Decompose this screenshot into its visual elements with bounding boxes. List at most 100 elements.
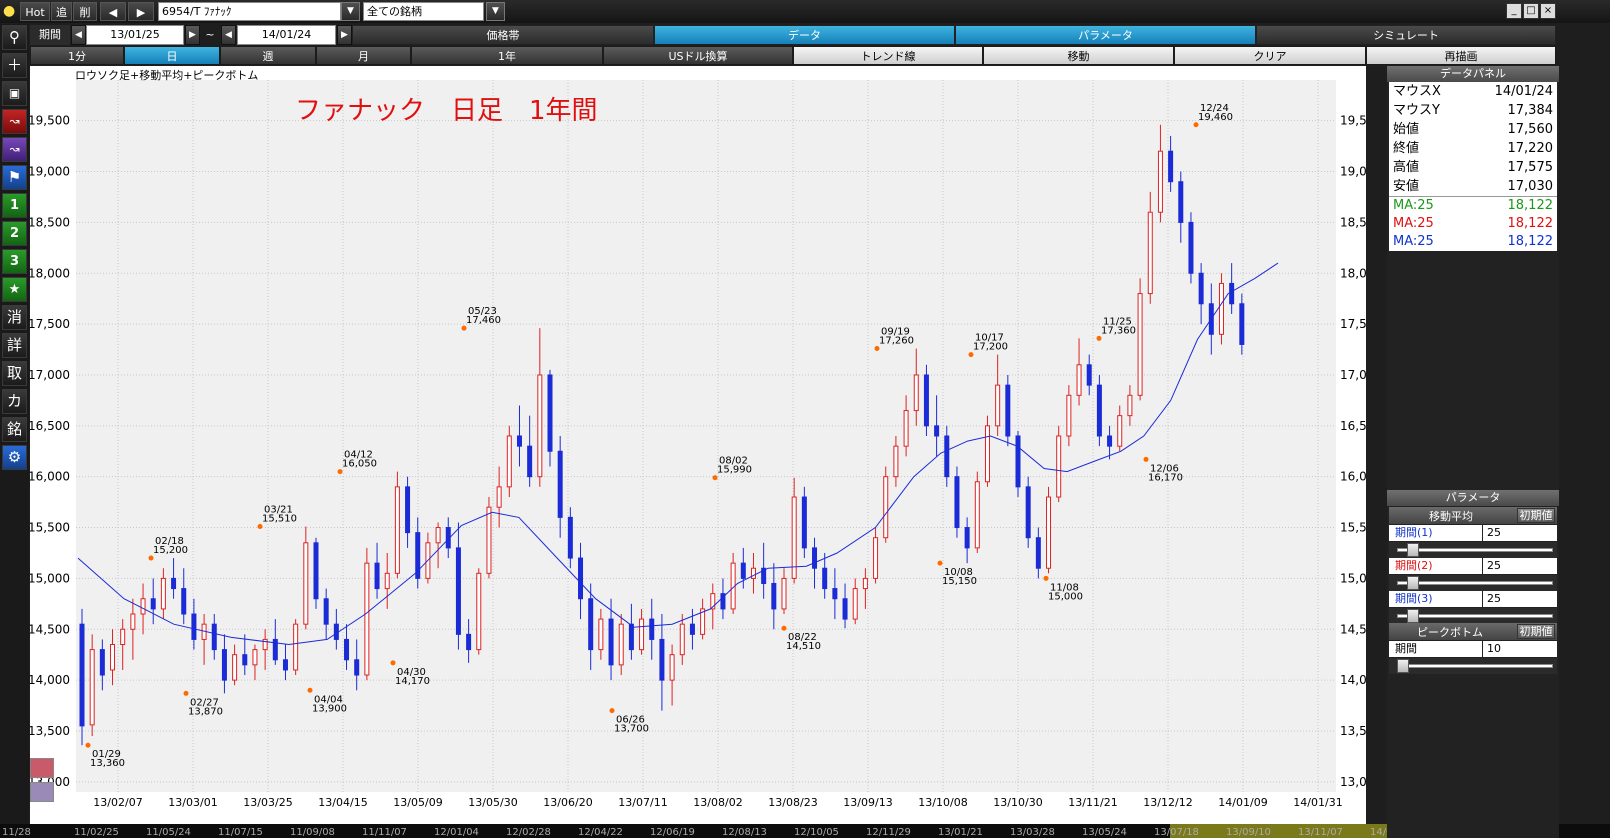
- trendline-button[interactable]: トレンド線: [793, 46, 983, 65]
- candle-body: [1056, 435, 1062, 498]
- from-date-input[interactable]: 13/01/25: [86, 25, 184, 45]
- ma3-value: 18,122: [1507, 234, 1554, 249]
- slot-1-button[interactable]: 1: [2, 193, 27, 218]
- power-button[interactable]: カ: [2, 389, 27, 414]
- lightbulb-icon[interactable]: ●: [3, 3, 17, 20]
- tab-parameter[interactable]: パラメータ: [955, 25, 1256, 45]
- flag-icon[interactable]: ⚑: [2, 165, 27, 190]
- peak-bottom-marker: [1143, 456, 1149, 462]
- period-month-tab[interactable]: 月: [316, 46, 411, 65]
- candle-body: [120, 628, 126, 646]
- candle-body: [394, 486, 400, 574]
- candle-body: [405, 486, 411, 534]
- to-prev-button[interactable]: ◀: [221, 25, 236, 45]
- candle-body: [110, 644, 116, 671]
- tab-simulate[interactable]: シミュレート: [1256, 25, 1556, 45]
- usd-convert-button[interactable]: USドル換算: [603, 46, 793, 65]
- candle-body: [588, 598, 594, 651]
- ma-period1-slider-handle[interactable]: [1407, 543, 1419, 557]
- ma-period3-slider[interactable]: [1397, 614, 1553, 618]
- gear-icon[interactable]: ⚙: [2, 445, 27, 470]
- from-prev-button[interactable]: ◀: [71, 25, 86, 45]
- pb-init-button[interactable]: 初期値: [1517, 624, 1555, 639]
- zoom-icon[interactable]: [30, 758, 54, 778]
- candle-body: [354, 659, 360, 676]
- peak-bottom-value: 15,990: [717, 465, 752, 476]
- ma1-label: MA:25: [1393, 198, 1434, 213]
- ma-init-button[interactable]: 初期値: [1517, 508, 1555, 523]
- from-next-button[interactable]: ▶: [185, 25, 200, 45]
- period-1year-tab[interactable]: 1年: [411, 46, 603, 65]
- crosshair-icon[interactable]: ＋: [2, 53, 27, 78]
- ma1-value: 18,122: [1507, 198, 1554, 213]
- tab-price-range[interactable]: 価格帯: [352, 25, 654, 45]
- candle-body: [1107, 435, 1113, 447]
- candle-body: [832, 588, 838, 600]
- y-tick-label-right: 18,000: [1340, 266, 1366, 280]
- symbol-dropdown-button[interactable]: ▼: [341, 2, 360, 21]
- tab-data[interactable]: データ: [654, 25, 955, 45]
- candle-body: [771, 582, 777, 610]
- candle-body: [140, 598, 146, 615]
- pb-period-value[interactable]: 10: [1483, 641, 1557, 657]
- symbol-input[interactable]: 6954/T ﾌｧﾅｯｸ: [158, 2, 341, 21]
- candle-body: [984, 425, 990, 483]
- next-symbol-button[interactable]: ▶: [128, 2, 154, 21]
- candle-body: [750, 567, 756, 579]
- chart-left-icons: [30, 758, 55, 806]
- chart-purple-icon[interactable]: ↝: [2, 137, 27, 162]
- ma-period2-slider[interactable]: [1397, 581, 1553, 585]
- trade-button[interactable]: 取: [2, 361, 27, 386]
- camera-icon[interactable]: ▣: [2, 81, 27, 106]
- add-button[interactable]: 追: [51, 2, 72, 21]
- slot-3-button[interactable]: 3: [2, 249, 27, 274]
- redraw-button[interactable]: 再描画: [1366, 46, 1556, 65]
- peak-bottom-value: 14,510: [786, 641, 821, 652]
- move-button[interactable]: 移動: [983, 46, 1174, 65]
- prev-symbol-button[interactable]: ◀: [100, 2, 126, 21]
- erase-button[interactable]: 消: [2, 305, 27, 330]
- ma-period2-value[interactable]: 25: [1483, 558, 1557, 574]
- brand-button[interactable]: 銘: [2, 417, 27, 442]
- chart-mini-icon[interactable]: [30, 782, 54, 802]
- close-button[interactable]: ×: [1540, 3, 1556, 19]
- ma-period3-value[interactable]: 25: [1483, 591, 1557, 607]
- y-tick-label-right: 16,000: [1340, 470, 1366, 484]
- ma-period2-slider-handle[interactable]: [1407, 576, 1419, 590]
- period-week-tab[interactable]: 週: [220, 46, 316, 65]
- ma-period3-slider-handle[interactable]: [1407, 609, 1419, 623]
- data-panel-title: データパネル: [1387, 66, 1559, 82]
- x-tick-label: 13/09/13: [843, 796, 892, 809]
- ma-section-header: 移動平均 初期値: [1389, 507, 1557, 524]
- chart-area[interactable]: 01/29 13,360 02/18 15,200 02/27 13,870 03/21 15…: [30, 66, 1366, 824]
- candle-body: [221, 649, 227, 681]
- period-1min-tab[interactable]: 1分: [30, 46, 124, 65]
- filter-dropdown-button[interactable]: ▼: [486, 2, 505, 21]
- minimize-button[interactable]: _: [1506, 3, 1522, 19]
- candle-body: [934, 425, 940, 437]
- filter-select[interactable]: 全ての銘柄: [363, 2, 484, 21]
- ma-period1-value[interactable]: 25: [1483, 525, 1557, 541]
- candle-body: [689, 623, 695, 635]
- to-next-button[interactable]: ▶: [337, 25, 352, 45]
- star-icon[interactable]: ★: [2, 277, 27, 302]
- candle-body: [293, 623, 299, 671]
- period-day-tab[interactable]: 日: [124, 46, 220, 65]
- maximize-button[interactable]: □: [1523, 3, 1539, 19]
- search-icon[interactable]: ⚲: [2, 25, 27, 50]
- candlestick-chart[interactable]: 01/2913,36002/1815,20002/2713,87003/2115…: [30, 66, 1366, 824]
- ma-period1-slider[interactable]: [1397, 548, 1553, 552]
- slot-2-button[interactable]: 2: [2, 221, 27, 246]
- hot-button[interactable]: Hot: [20, 2, 50, 21]
- candle-body: [852, 588, 858, 620]
- overview-tick-label: 12/04/22: [578, 827, 623, 838]
- chart-red-icon[interactable]: ↝: [2, 109, 27, 134]
- pb-period-slider-handle[interactable]: [1397, 659, 1409, 673]
- delete-button[interactable]: 削: [73, 2, 97, 21]
- overview-timeline[interactable]: 11/28 11/02/25 11/05/24 11/07/15 11/09/08 11/…: [0, 824, 1610, 838]
- pb-period-slider[interactable]: [1397, 664, 1553, 668]
- candle-body: [537, 374, 543, 478]
- detail-button[interactable]: 詳: [2, 333, 27, 358]
- clear-button[interactable]: クリア: [1174, 46, 1366, 65]
- to-date-input[interactable]: 14/01/24: [237, 25, 336, 45]
